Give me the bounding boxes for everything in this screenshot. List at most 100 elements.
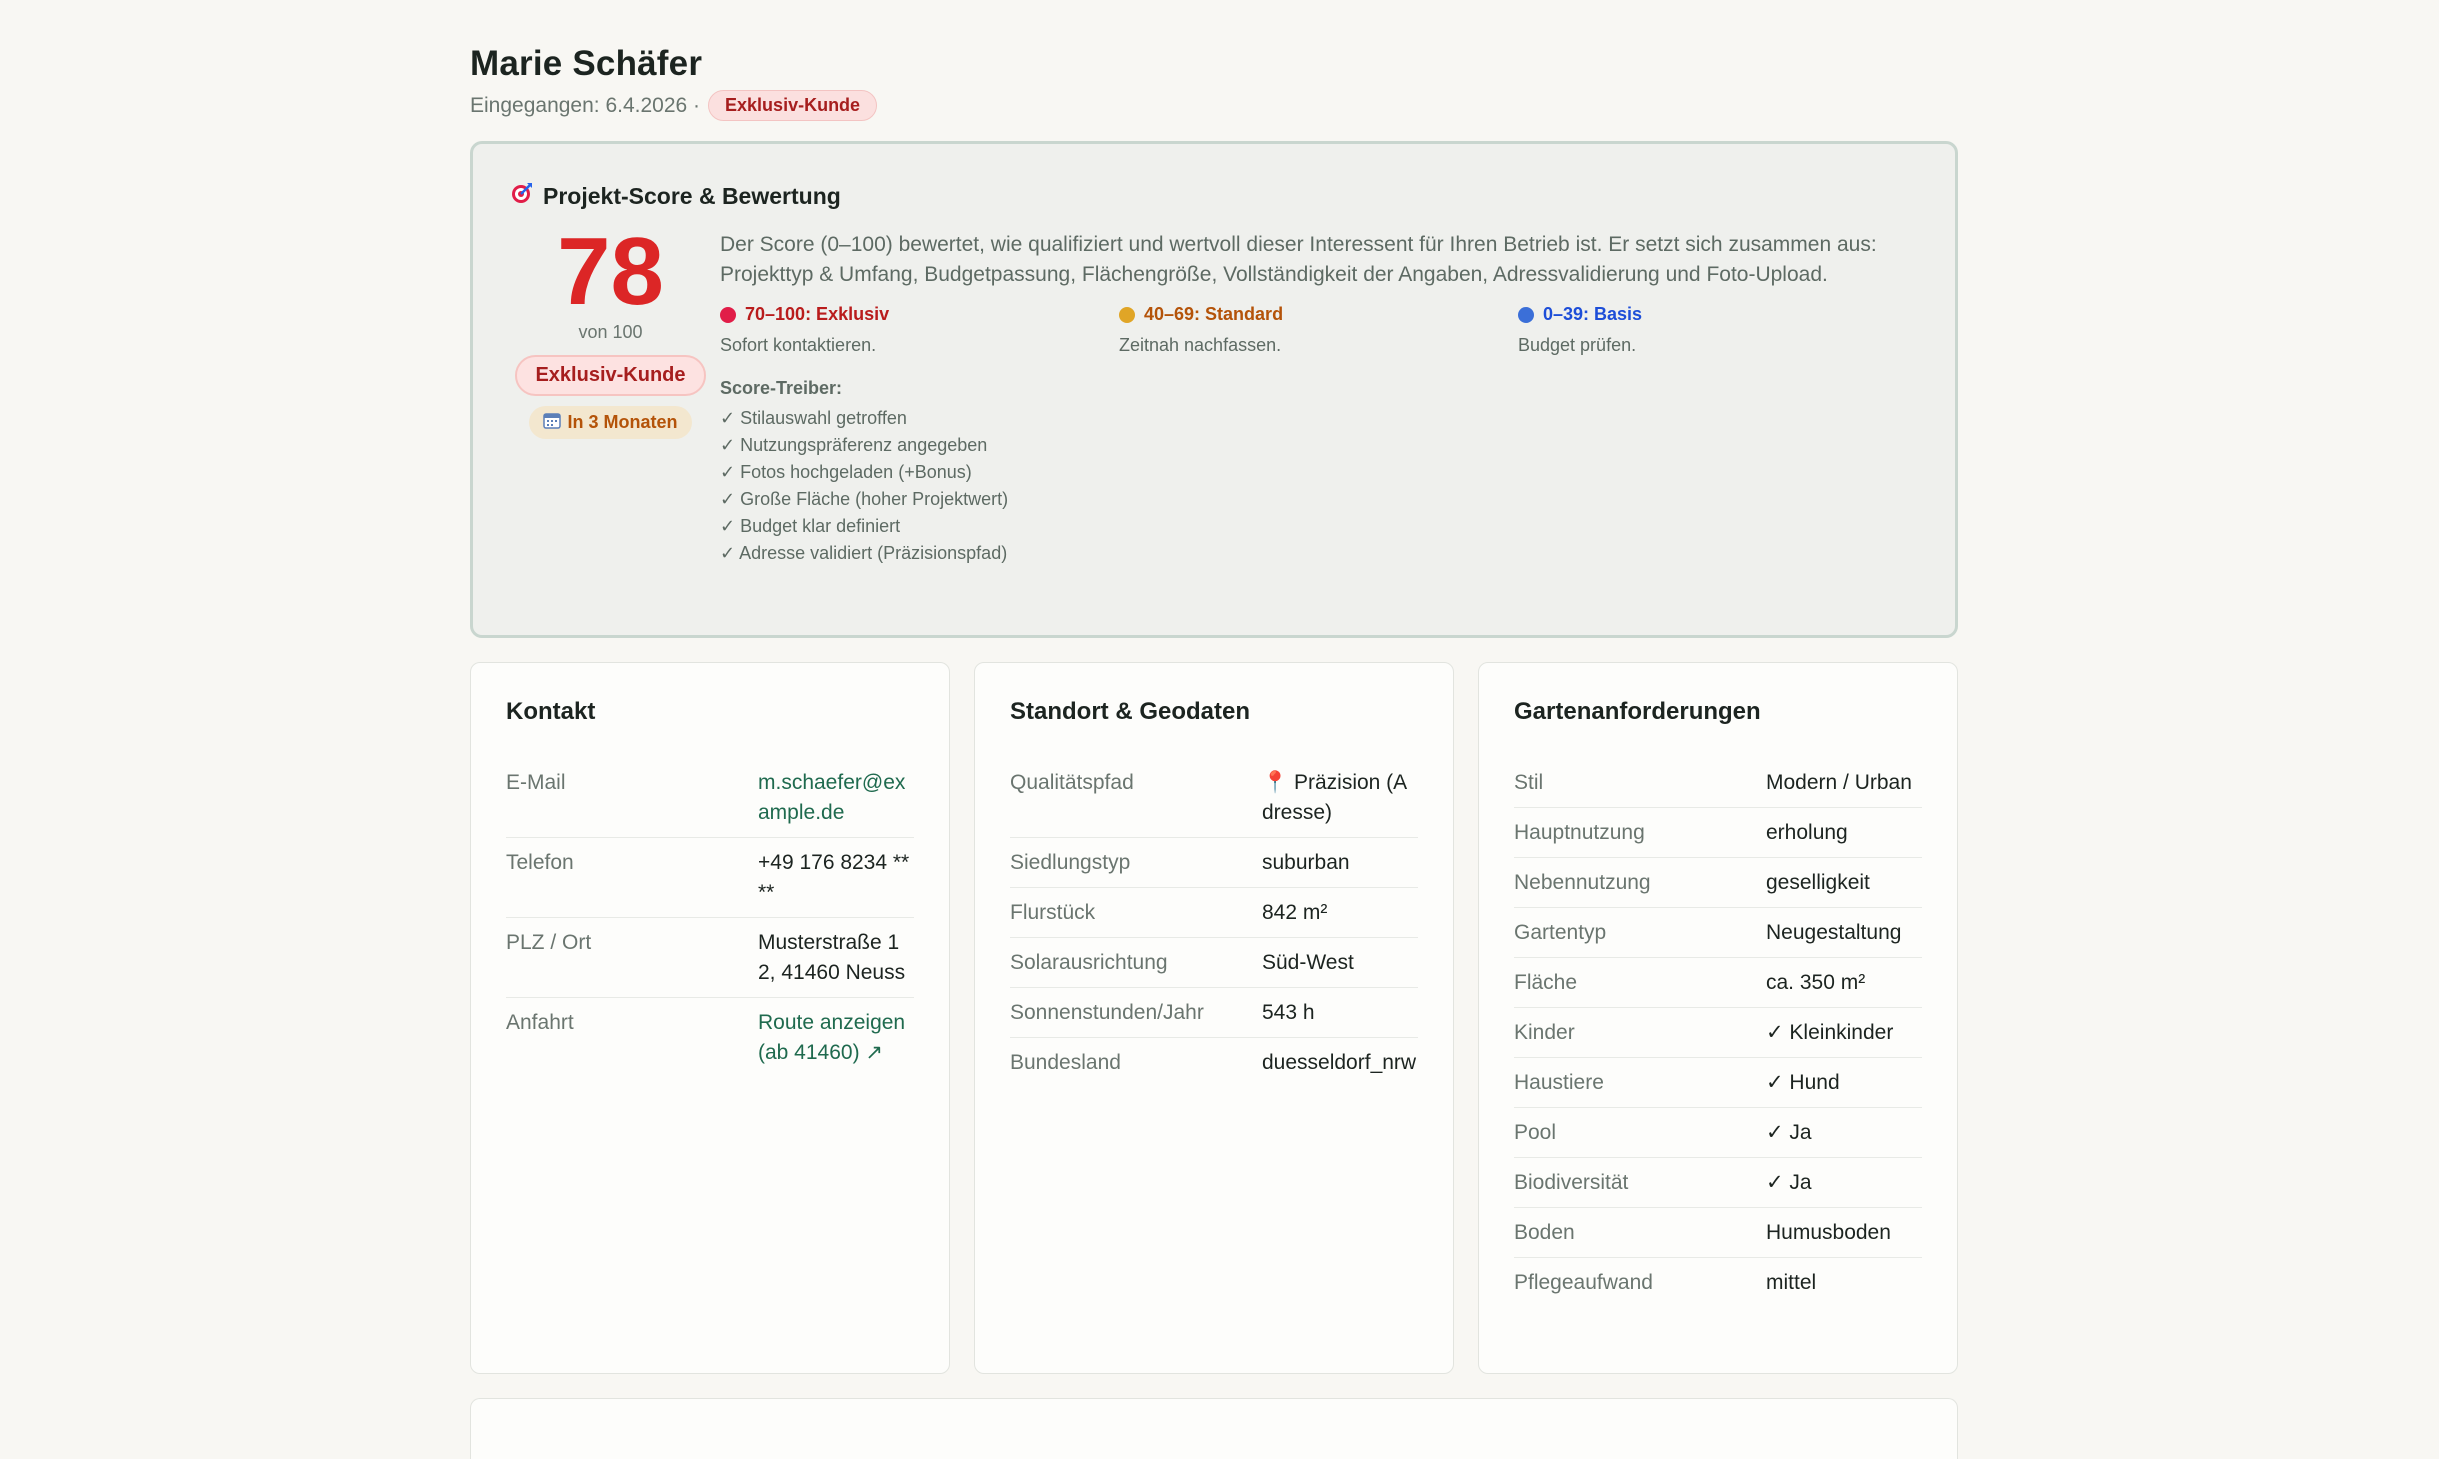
row-label: Flurstück: [1010, 901, 1096, 924]
next-card: [470, 1398, 1958, 1459]
score-card: Projekt-Score & Bewertung 78 von 100 Exk…: [470, 141, 1958, 638]
row-value: suburban: [1262, 851, 1350, 874]
email-link[interactable]: m.schaefer@example.de: [758, 768, 914, 828]
score-drivers-title: Score-Treiber:: [720, 378, 843, 398]
garden-row: Biodiversität ✓ Ja: [1514, 1158, 1922, 1208]
address-value: Musterstraße 12, 41460 Neuss: [758, 931, 906, 984]
score-value: 78: [557, 218, 664, 325]
score-drivers-list: ✓ Stilauswahl getroffen ✓ Nutzungspräfer…: [720, 405, 1917, 567]
red-dot-icon: [720, 306, 736, 323]
row-label: PLZ / Ort: [506, 931, 592, 954]
score-max: von 100: [578, 322, 643, 342]
garden-row: Haustiere ✓ Hund: [1514, 1058, 1922, 1108]
timeline-label: In 3 Monaten: [567, 412, 678, 432]
list-item: ✓ Fotos hochgeladen (+Bonus): [720, 462, 972, 482]
tier-text: Budget prüfen.: [1518, 335, 1637, 355]
contact-row-email: E-Mail m.schaefer@example.de: [506, 758, 914, 838]
row-label: Telefon: [506, 851, 574, 874]
row-label: Fläche: [1514, 971, 1578, 994]
row-label: E-Mail: [506, 771, 566, 794]
contact-row-address: PLZ / Ort Musterstraße 12, 41460 Neuss: [506, 918, 914, 998]
tier-standard: 40–69: Standard Zeitnah nachfassen.: [1119, 304, 1518, 356]
garden-row: Hauptnutzung erholung: [1514, 808, 1922, 858]
row-value: 842 m²: [1262, 901, 1328, 924]
garden-row: Kinder ✓ Kleinkinder: [1514, 1008, 1922, 1058]
row-label: Kinder: [1514, 1021, 1575, 1044]
tier-text: Zeitnah nachfassen.: [1119, 335, 1282, 355]
row-value: duesseldorf_nrw: [1262, 1051, 1417, 1074]
row-value: ✓ Kleinkinder: [1766, 1021, 1894, 1044]
score-summary: 78 von 100 Exklusiv-Kunde In 3 Monaten: [511, 218, 710, 567]
lead-detail-page: Marie Schäfer Eingegangen: 6.4.2026 · Ex…: [470, 44, 1958, 1459]
score-card-header: Projekt-Score & Bewertung: [511, 182, 1917, 210]
row-label: Haustiere: [1514, 1071, 1604, 1094]
card-title: Kontakt: [506, 698, 596, 725]
tier-text: Sofort kontaktieren.: [720, 335, 877, 355]
score-tier-badge: Exklusiv-Kunde: [515, 355, 706, 396]
received-date: Eingegangen: 6.4.2026 ·: [470, 93, 701, 117]
row-label: Nebennutzung: [1514, 871, 1651, 894]
row-label: Gartentyp: [1514, 921, 1607, 944]
row-label: Pflegeaufwand: [1514, 1271, 1653, 1294]
location-row: Bundesland duesseldorf_nrw: [1010, 1038, 1418, 1087]
contact-row-route: Anfahrt Route anzeigen (ab 41460) ↗: [506, 998, 914, 1077]
row-label: Stil: [1514, 771, 1544, 794]
row-value: Humusboden: [1766, 1221, 1891, 1244]
card-title: Gartenanforderungen: [1514, 698, 1761, 725]
row-value: ✓ Ja: [1766, 1171, 1812, 1194]
garden-row: Pool ✓ Ja: [1514, 1108, 1922, 1158]
score-card-title: Projekt-Score & Bewertung: [543, 182, 841, 209]
row-value: Süd-West: [1262, 951, 1354, 974]
status-badge: Exklusiv-Kunde: [708, 90, 878, 121]
garden-row: Gartentyp Neugestaltung: [1514, 908, 1922, 958]
row-value: Neugestaltung: [1766, 921, 1902, 944]
location-row: Siedlungstyp suburban: [1010, 838, 1418, 888]
row-label: Biodiversität: [1514, 1171, 1629, 1194]
tier-exclusive: 70–100: Exklusiv Sofort kontaktieren.: [720, 304, 1119, 356]
phone-value: +49 176 8234 ****: [758, 851, 910, 904]
row-label: Bundesland: [1010, 1051, 1121, 1074]
tier-label: 70–100: Exklusiv: [745, 304, 890, 324]
garden-row: Nebennutzung geselligkeit: [1514, 858, 1922, 908]
page-title: Marie Schäfer: [470, 44, 703, 83]
row-value: 543 h: [1262, 1001, 1315, 1024]
score-description: Der Score (0–100) bewertet, wie qualifiz…: [720, 233, 1877, 286]
row-label: Sonnenstunden/Jahr: [1010, 1001, 1204, 1024]
route-link[interactable]: Route anzeigen (ab 41460) ↗: [758, 1008, 914, 1068]
location-row: Sonnenstunden/Jahr 543 h: [1010, 988, 1418, 1038]
garden-row: Boden Humusboden: [1514, 1208, 1922, 1258]
blue-dot-icon: [1518, 306, 1534, 323]
row-label: Siedlungstyp: [1010, 851, 1131, 874]
row-value: mittel: [1766, 1271, 1817, 1294]
target-icon: [511, 182, 533, 210]
garden-requirements-card: Gartenanforderungen Stil Modern / Urban …: [1478, 662, 1958, 1374]
garden-row: Stil Modern / Urban: [1514, 758, 1922, 808]
calendar-icon: [543, 411, 562, 434]
row-value: erholung: [1766, 821, 1848, 844]
list-item: ✓ Adresse validiert (Präzisionspfad): [720, 543, 1008, 563]
yellow-dot-icon: [1119, 306, 1135, 323]
row-label: Pool: [1514, 1121, 1557, 1144]
timeline-badge: In 3 Monaten: [529, 406, 692, 439]
card-title: Standort & Geodaten: [1010, 698, 1251, 725]
row-label: Hauptnutzung: [1514, 821, 1645, 844]
row-label: Solarausrichtung: [1010, 951, 1168, 974]
row-value: geselligkeit: [1766, 871, 1870, 894]
list-item: ✓ Budget klar definiert: [720, 516, 901, 536]
list-item: ✓ Stilauswahl getroffen: [720, 408, 907, 428]
location-row: Qualitätspfad 📍 Präzision (Adresse): [1010, 758, 1418, 838]
row-label: Anfahrt: [506, 1011, 574, 1034]
location-card: Standort & Geodaten Qualitätspfad 📍 Präz…: [974, 662, 1454, 1374]
location-row: Solarausrichtung Süd-West: [1010, 938, 1418, 988]
contact-card: Kontakt E-Mail m.schaefer@example.de Tel…: [470, 662, 950, 1374]
row-value: ✓ Hund: [1766, 1071, 1840, 1094]
row-value: Modern / Urban: [1766, 771, 1912, 794]
list-item: ✓ Große Fläche (hoher Projektwert): [720, 489, 1009, 509]
list-item: ✓ Nutzungspräferenz angegeben: [720, 435, 988, 455]
row-value: ✓ Ja: [1766, 1121, 1812, 1144]
garden-row: Pflegeaufwand mittel: [1514, 1258, 1922, 1307]
tier-label: 0–39: Basis: [1543, 304, 1643, 324]
quality-path-value: 📍 Präzision (Adresse): [1262, 771, 1408, 824]
location-row: Flurstück 842 m²: [1010, 888, 1418, 938]
score-tiers: 70–100: Exklusiv Sofort kontaktieren. 40…: [720, 304, 1917, 356]
